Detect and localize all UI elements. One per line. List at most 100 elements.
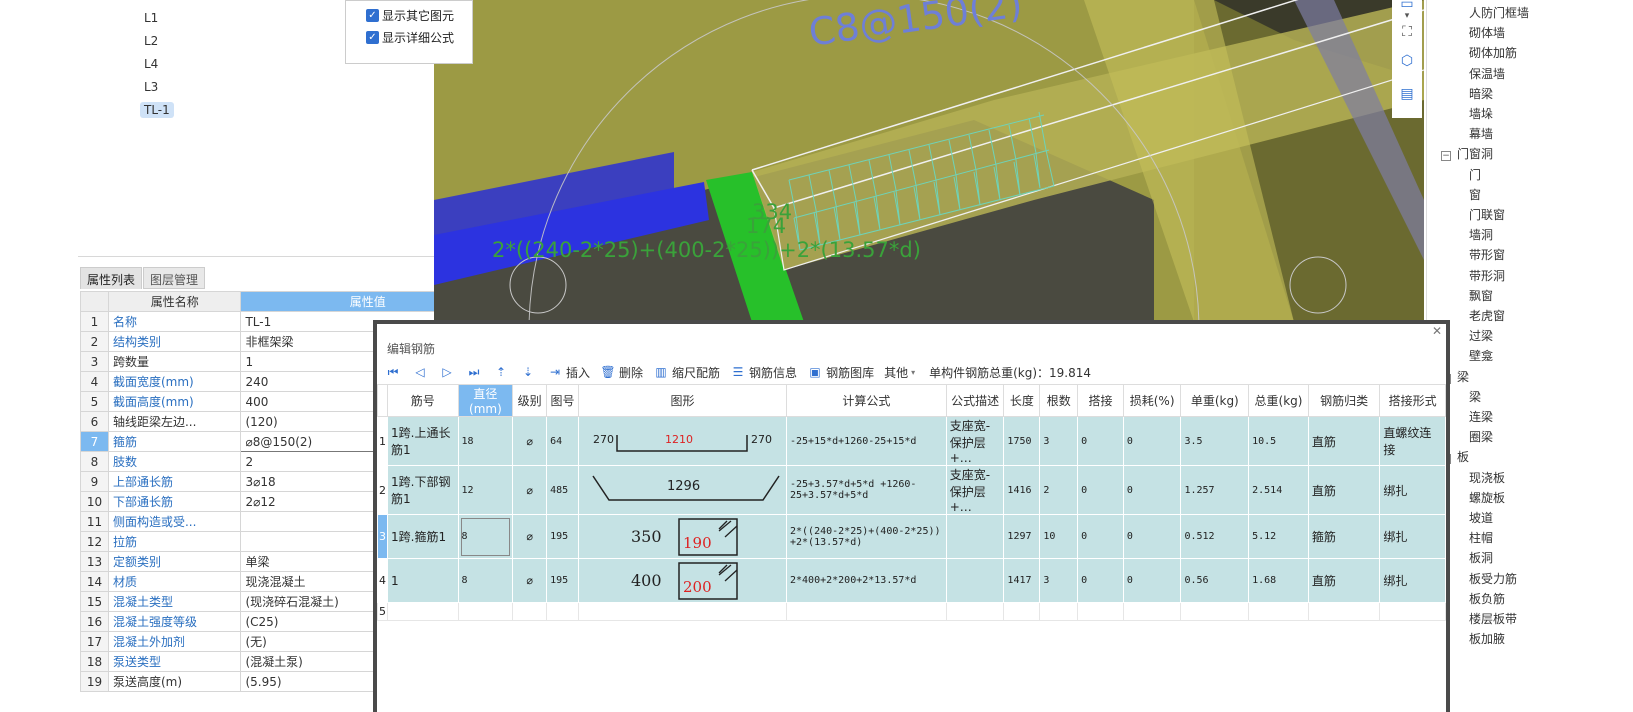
count-cell[interactable]: 3: [1039, 558, 1079, 603]
component-tree-item[interactable]: 梁: [1469, 388, 1481, 405]
figure-number-cell[interactable]: 64: [546, 416, 579, 466]
lap-cell[interactable]: 0: [1077, 514, 1124, 559]
length-cell[interactable]: 1750: [1003, 416, 1041, 466]
category-cell[interactable]: 直筋: [1307, 416, 1381, 466]
diameter-cell[interactable]: 18: [457, 416, 514, 466]
component-tree-item[interactable]: 过梁: [1469, 327, 1493, 344]
diameter-cell[interactable]: 8: [457, 514, 514, 559]
bar-number-cell[interactable]: 1: [387, 558, 459, 603]
tree-item-tl-1[interactable]: TL-1: [140, 102, 174, 118]
component-tree-item[interactable]: 柱帽: [1469, 529, 1493, 546]
checkbox-checked-icon[interactable]: ✓: [366, 9, 379, 22]
lap-cell[interactable]: 0: [1077, 558, 1124, 603]
component-tree-item[interactable]: 砌体墙: [1469, 24, 1505, 41]
other-menu-button[interactable]: 其他 ▾: [884, 364, 915, 381]
tab-property-list[interactable]: 属性列表: [80, 267, 143, 289]
component-tree-item[interactable]: 幕墙: [1469, 125, 1493, 142]
component-tree-item[interactable]: 螺旋板: [1469, 489, 1505, 506]
empty-cell[interactable]: [546, 602, 579, 621]
lap-type-cell[interactable]: 绑扎: [1379, 558, 1446, 603]
component-tree-item[interactable]: 暗梁: [1469, 85, 1493, 102]
category-cell[interactable]: 直筋: [1307, 465, 1381, 515]
checkbox-checked-icon[interactable]: ✓: [366, 31, 379, 44]
component-tree-item[interactable]: 窗: [1469, 186, 1481, 203]
rebar-row[interactable]: 3 1跨.箍筋1 8 ⌀ 195 350 190 2*((240-2*25)+(400-2*2…: [377, 514, 1446, 559]
grade-cell[interactable]: ⌀: [512, 558, 548, 603]
empty-cell[interactable]: [1248, 602, 1309, 621]
move-down-icon[interactable]: ⇣: [520, 364, 536, 380]
header-count[interactable]: 根数: [1039, 384, 1079, 417]
figure-number-cell[interactable]: 195: [546, 558, 579, 603]
collapse-toggle-icon[interactable]: −: [1441, 151, 1451, 162]
component-tree-item[interactable]: 飘窗: [1469, 287, 1493, 304]
empty-cell[interactable]: [1379, 602, 1446, 621]
rebar-info-button[interactable]: ☰ 钢筋信息: [730, 364, 797, 381]
category-cell[interactable]: 直筋: [1307, 558, 1381, 603]
component-tree-item[interactable]: 板加腋: [1469, 630, 1505, 647]
component-tree-item[interactable]: 板洞: [1469, 549, 1493, 566]
header-formula[interactable]: 计算公式: [786, 384, 947, 417]
component-tree-item[interactable]: 保温墙: [1469, 65, 1505, 82]
empty-cell[interactable]: [1180, 602, 1250, 621]
rebar-row[interactable]: 1 1跨.上通长筋1 18 ⌀ 64 270 1210 270 -25+15*d+1260-25…: [377, 416, 1446, 466]
empty-cell[interactable]: [457, 602, 514, 621]
count-cell[interactable]: 2: [1039, 465, 1079, 515]
component-tree-item[interactable]: 门: [1469, 166, 1481, 183]
first-record-icon[interactable]: ⏮: [385, 364, 401, 380]
formula-desc-cell[interactable]: 支座宽-保护层+…: [945, 416, 1005, 466]
header-length[interactable]: 长度: [1003, 384, 1041, 417]
bar-number-cell[interactable]: 1跨.下部钢筋1: [387, 465, 459, 515]
lap-cell[interactable]: 0: [1077, 465, 1124, 515]
lap-type-cell[interactable]: 绑扎: [1379, 465, 1446, 515]
unit-weight-cell[interactable]: 3.5: [1180, 416, 1250, 466]
header-shape[interactable]: 图形: [578, 384, 787, 417]
total-weight-cell[interactable]: 5.12: [1248, 514, 1309, 559]
empty-rebar-row[interactable]: 5: [377, 602, 1446, 621]
previous-record-icon[interactable]: ◁: [412, 364, 428, 380]
figure-number-cell[interactable]: 485: [546, 465, 579, 515]
shape-cell[interactable]: 400 200: [578, 558, 787, 603]
empty-cell[interactable]: [387, 602, 459, 621]
empty-cell[interactable]: [1077, 602, 1124, 621]
total-weight-cell[interactable]: 2.514: [1248, 465, 1309, 515]
insert-button[interactable]: ⇥ 插入: [547, 364, 590, 381]
total-weight-cell[interactable]: 10.5: [1248, 416, 1309, 466]
header-figure-number[interactable]: 图号: [546, 384, 579, 417]
rebar-row[interactable]: 4 1 8 ⌀ 195 400 200 2*400+2*200+2*13.57*d 1417 3 0…: [377, 558, 1446, 603]
length-cell[interactable]: 1297: [1003, 514, 1041, 559]
tree-item-l3[interactable]: L3: [140, 79, 162, 95]
formula-desc-cell[interactable]: [945, 558, 1005, 603]
header-lap[interactable]: 搭接: [1077, 384, 1124, 417]
close-icon[interactable]: ✕: [1432, 324, 1442, 338]
category-cell[interactable]: 箍筋: [1307, 514, 1381, 559]
figure-number-cell[interactable]: 195: [546, 514, 579, 559]
rebar-library-button[interactable]: ▣ 钢筋图库: [807, 364, 874, 381]
header-total-weight[interactable]: 总重(kg): [1248, 384, 1309, 417]
formula-cell[interactable]: 2*((240-2*25)+(400-2*25)) +2*(13.57*d): [786, 514, 947, 559]
formula-cell[interactable]: -25+3.57*d+5*d +1260-25+3.57*d+5*d: [786, 465, 947, 515]
component-tree-item[interactable]: − 门窗洞: [1441, 145, 1493, 162]
component-tree-item[interactable]: 带形窗: [1469, 246, 1505, 263]
empty-cell[interactable]: [1122, 602, 1182, 621]
component-tree-item[interactable]: 带形洞: [1469, 267, 1505, 284]
last-record-icon[interactable]: ⏭: [466, 364, 482, 380]
diameter-cell[interactable]: 12: [457, 465, 514, 515]
fit-screen-icon[interactable]: ⛶: [1398, 24, 1416, 40]
header-lap-type[interactable]: 搭接形式: [1379, 384, 1446, 417]
header-bar-number[interactable]: 筋号: [387, 384, 459, 417]
scale-rebar-button[interactable]: ▥ 缩尺配筋: [653, 364, 720, 381]
unit-weight-cell[interactable]: 1.257: [1180, 465, 1250, 515]
component-tree-item[interactable]: 老虎窗: [1469, 307, 1505, 324]
move-up-icon[interactable]: ⇡: [493, 364, 509, 380]
3d-scene[interactable]: [434, 0, 1424, 322]
show-detailed-formula-option[interactable]: ✓ 显示详细公式: [366, 29, 454, 46]
shape-cell[interactable]: 270 1210 270: [578, 416, 787, 466]
chevron-down-icon[interactable]: ▾: [1398, 8, 1416, 24]
empty-cell[interactable]: [1307, 602, 1381, 621]
header-category[interactable]: 钢筋归类: [1307, 384, 1381, 417]
total-weight-cell[interactable]: 1.68: [1248, 558, 1309, 603]
loss-cell[interactable]: 0: [1122, 514, 1182, 559]
component-tree-item[interactable]: 楼层板带: [1469, 610, 1517, 627]
count-cell[interactable]: 10: [1039, 514, 1079, 559]
loss-cell[interactable]: 0: [1122, 558, 1182, 603]
